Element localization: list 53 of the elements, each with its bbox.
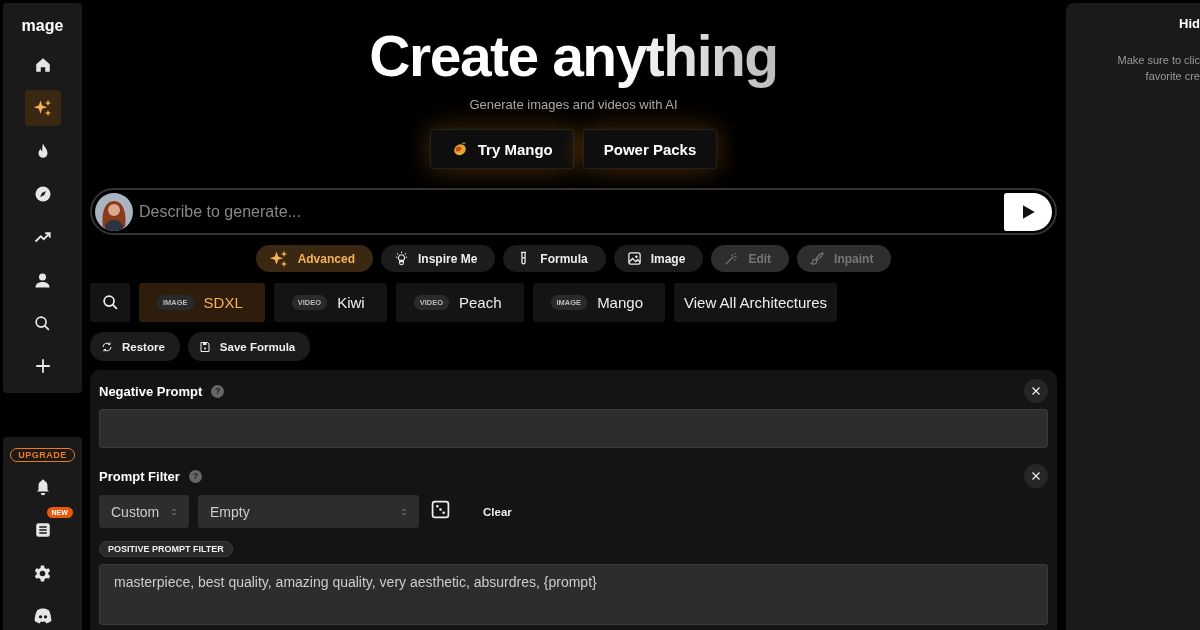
sidebar-item[interactable] [24, 90, 61, 126]
clear-button[interactable]: Clear [477, 504, 518, 519]
view-all-button[interactable]: View All Architectures [674, 283, 838, 322]
brush-icon [810, 251, 826, 266]
search-icon [34, 314, 51, 332]
compass-icon [33, 185, 52, 203]
prompt-bar[interactable]: Describe to generate... [90, 188, 1057, 235]
refresh-icon [101, 340, 113, 353]
positive-prompt-field[interactable]: masterpiece, best quality, amazing quality, very aesthetic, absurdres, {prompt} [99, 564, 1048, 625]
close-button[interactable] [1024, 464, 1048, 488]
image-icon [626, 251, 642, 266]
magic-wand-icon [724, 251, 740, 266]
user-icon [34, 271, 51, 289]
promo-button[interactable]: Power Packs [582, 129, 718, 169]
panel-text: Make sure to clic [1117, 53, 1200, 68]
preset-select[interactable]: Empty [198, 495, 419, 528]
tool-button[interactable]: Formula [503, 245, 606, 272]
tool-button[interactable]: Image [613, 245, 704, 272]
tool-button[interactable]: Inspire Me [381, 245, 496, 272]
mode-select[interactable]: Custom [99, 495, 189, 528]
model-name: SDXL [203, 294, 243, 311]
prompt-field[interactable]: Describe to generate... [137, 201, 1000, 222]
tool-button[interactable]: Advanced [255, 245, 373, 272]
sparkles-icon [32, 98, 53, 118]
logo: mage [21, 17, 64, 36]
close-button[interactable] [1024, 379, 1048, 403]
action-button[interactable]: Restore [90, 332, 180, 361]
dice-icon [431, 500, 450, 519]
filter-tag: POSITIVE PROMPT FILTER [99, 541, 233, 557]
search-button[interactable] [90, 283, 130, 322]
section-label: Negative Prompt [99, 383, 203, 399]
chevron-up-down-icon [169, 506, 179, 517]
model-name: Peach [459, 294, 502, 311]
panel-text: favorite cre [1145, 69, 1200, 84]
model-name: Kiwi [337, 294, 365, 311]
newspaper-icon [33, 521, 52, 539]
subtitle: Generate images and videos with AI [469, 97, 678, 112]
chevron-up-down-icon [399, 506, 409, 517]
plus-icon [33, 357, 52, 375]
home-icon [33, 56, 52, 74]
action-button[interactable]: Save Formula [187, 332, 311, 361]
promo-button[interactable]: Try Mango [429, 129, 574, 169]
lightbulb-icon [394, 251, 409, 266]
settings-icon [33, 563, 52, 583]
close-icon [1030, 470, 1042, 482]
panel-title: Hid [1179, 16, 1200, 31]
negative-prompt-field[interactable] [99, 409, 1048, 448]
close-icon [1030, 385, 1042, 397]
search-icon [101, 294, 119, 311]
section-label: Prompt Filter [99, 468, 180, 484]
generate-button[interactable] [1004, 192, 1052, 231]
controller-icon [32, 606, 53, 626]
model-name: Mango [597, 294, 643, 311]
